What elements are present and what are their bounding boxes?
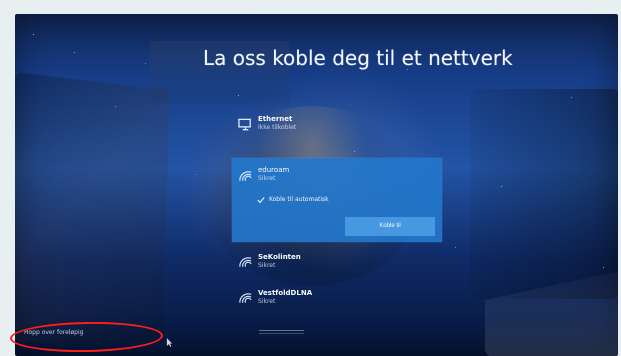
network-name-sekolinten: SeKolinten (258, 253, 301, 261)
network-item-ethernet[interactable]: Ethernet Ikke tilkoblet (232, 112, 442, 146)
network-list: Ethernet Ikke tilkoblet eduroam Sikret K… (232, 112, 442, 338)
network-name-ethernet: Ethernet (258, 115, 293, 123)
screen-reflection-bottom-right (485, 269, 618, 356)
network-item-sekolinten[interactable]: SeKolinten Sikret (232, 250, 442, 284)
wifi-icon (238, 292, 253, 306)
check-icon (257, 196, 265, 204)
auto-connect-checkbox[interactable]: Koble til automatisk (257, 196, 352, 206)
screen-reflection-left (15, 72, 170, 342)
network-name-vestfolddlna: VestfoldDLNA (258, 289, 313, 297)
screen-dust-specks (33, 34, 34, 35)
photo-frame: La oss koble deg til et nettverk Etherne… (0, 0, 621, 356)
wifi-icon (238, 170, 253, 184)
connect-button[interactable]: Koble til (345, 217, 435, 236)
mouse-cursor-icon (166, 337, 173, 348)
partially-hidden-network-item (259, 330, 304, 331)
auto-connect-label: Koble til automatisk (269, 196, 329, 203)
ethernet-monitor-icon (238, 118, 253, 132)
skip-for-now-link[interactable]: Hopp over foreløpig (24, 329, 83, 337)
network-status-ethernet: Ikke tilkoblet (258, 124, 297, 131)
windows-setup-screen: La oss koble deg til et nettverk Etherne… (15, 14, 618, 356)
wifi-icon (238, 256, 253, 270)
network-item-eduroam[interactable]: eduroam Sikret Koble til automatisk Kobl… (232, 158, 442, 242)
network-status-sekolinten: Sikret (258, 262, 276, 269)
page-title: La oss koble deg til et nettverk (203, 46, 513, 70)
network-name-eduroam: eduroam (258, 166, 290, 174)
network-status-eduroam: Sikret (258, 175, 276, 182)
screen-reflection-right (470, 89, 618, 299)
network-status-vestfolddlna: Sikret (258, 298, 276, 305)
network-item-vestfolddlna[interactable]: VestfoldDLNA Sikret (232, 286, 442, 320)
